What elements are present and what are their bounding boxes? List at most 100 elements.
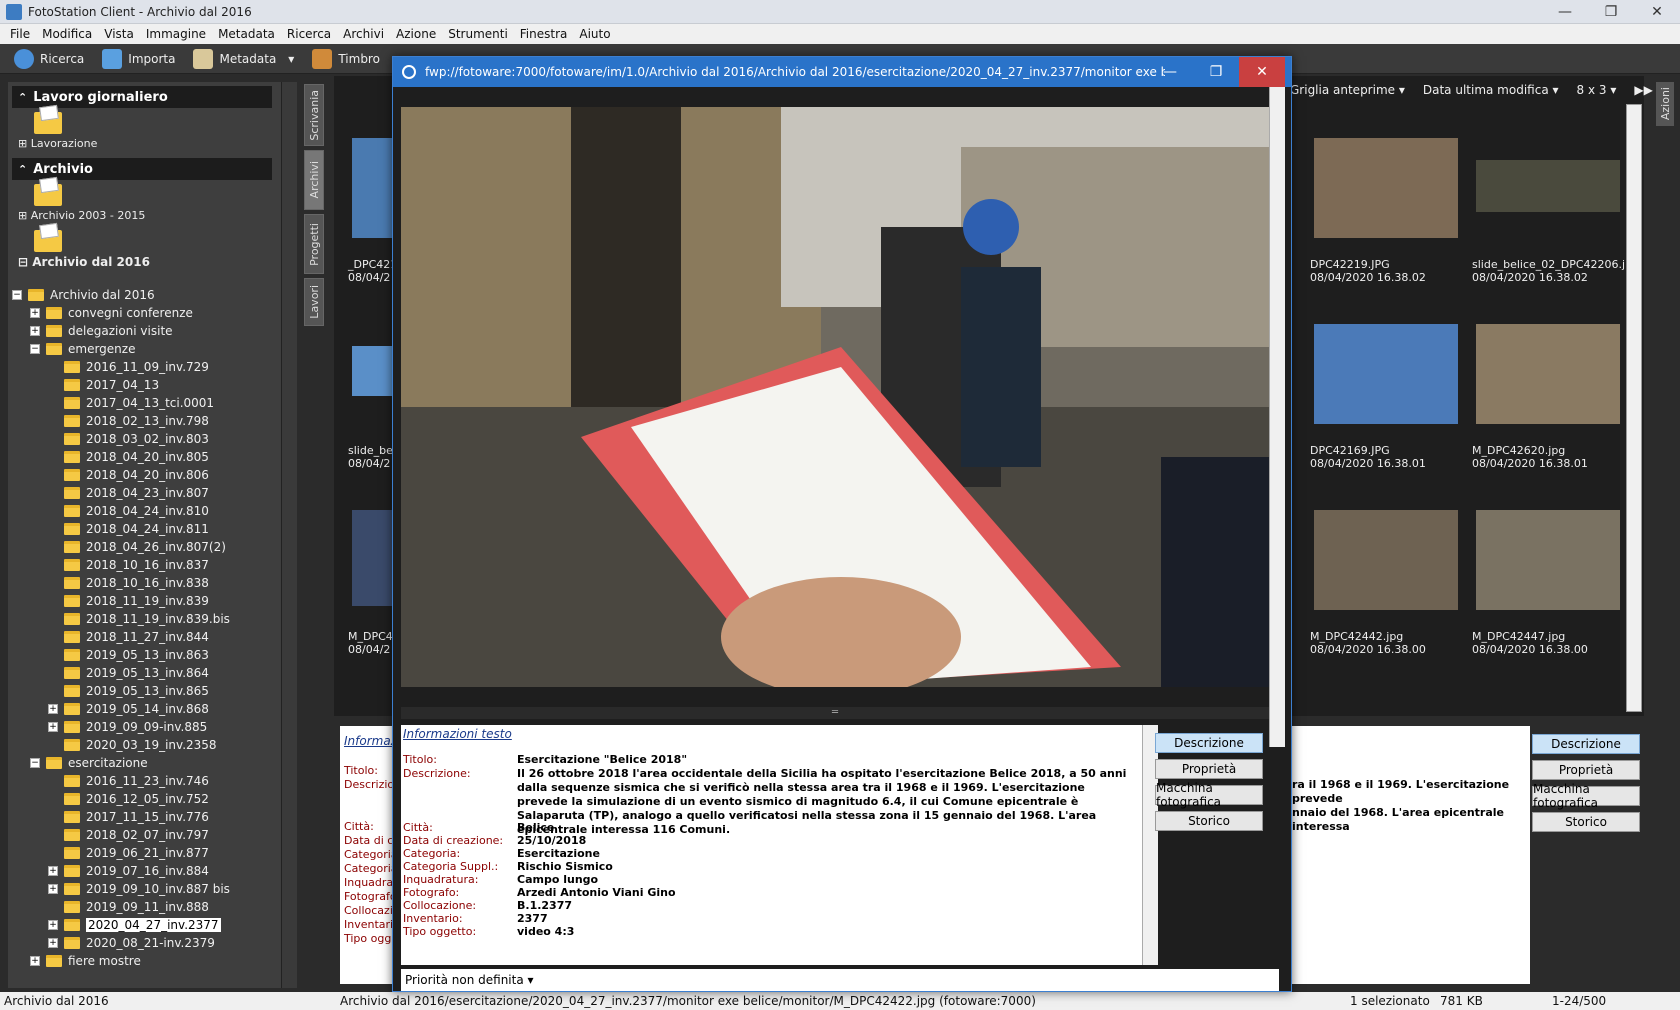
tree-node[interactable]: 2018_11_19_inv.839 [12, 592, 274, 610]
next-page-button[interactable]: ▶▶ [1634, 83, 1652, 97]
menu-aiuto[interactable]: Aiuto [573, 27, 616, 41]
preview-minimize-button[interactable]: — [1147, 57, 1193, 87]
popup-camera-tab[interactable]: Macchina fotografica [1155, 781, 1263, 809]
daily-item[interactable]: ⊞ Lavorazione [18, 137, 272, 150]
menu-vista[interactable]: Vista [98, 27, 140, 41]
tree-node[interactable]: 2020_03_19_inv.2358 [12, 736, 274, 754]
expand-toggle-icon[interactable]: + [48, 920, 58, 930]
expand-toggle-icon[interactable]: + [48, 866, 58, 876]
preview-photo[interactable] [401, 107, 1269, 687]
expand-toggle-icon[interactable]: + [48, 884, 58, 894]
menu-immagine[interactable]: Immagine [140, 27, 212, 41]
menu-finestra[interactable]: Finestra [514, 27, 574, 41]
tree-node[interactable]: + convegni conferenze [12, 304, 274, 322]
tree-node[interactable]: 2019_05_13_inv.863 [12, 646, 274, 664]
tree-node[interactable]: 2018_04_24_inv.811 [12, 520, 274, 538]
info-text-link[interactable]: Informazioni testo [403, 727, 512, 741]
thumbnail[interactable] [1476, 324, 1620, 424]
tab-scrivania[interactable]: Scrivania [304, 84, 324, 146]
tree-node[interactable]: 2019_06_21_inv.877 [12, 844, 274, 862]
popup-history-tab[interactable]: Storico [1155, 811, 1263, 831]
tab-progetti[interactable]: Progetti [304, 214, 324, 274]
thumbnail[interactable] [352, 138, 392, 238]
tree-node[interactable]: 2018_04_20_inv.806 [12, 466, 274, 484]
splitter-handle[interactable]: ═ [401, 707, 1269, 719]
tree-node[interactable]: +2020_04_27_inv.2377 [12, 916, 274, 934]
tree-node[interactable]: 2018_02_13_inv.798 [12, 412, 274, 430]
expand-toggle-icon[interactable]: + [30, 308, 40, 318]
thumbnail[interactable] [352, 510, 392, 606]
expand-toggle-icon[interactable]: + [30, 956, 40, 966]
tree-node[interactable]: 2018_02_07_inv.797 [12, 826, 274, 844]
tree-node[interactable]: 2018_11_19_inv.839.bis [12, 610, 274, 628]
maximize-button[interactable]: ❐ [1588, 0, 1634, 24]
tab-lavori[interactable]: Lavori [304, 278, 324, 326]
tree-node[interactable]: +2019_07_16_inv.884 [12, 862, 274, 880]
tree-node[interactable]: 2018_04_24_inv.810 [12, 502, 274, 520]
properties-tab[interactable]: Proprietà [1532, 760, 1640, 780]
menu-archivi[interactable]: Archivi [337, 27, 390, 41]
expand-toggle-icon[interactable]: − [30, 758, 40, 768]
thumbnail[interactable] [1314, 138, 1458, 238]
expand-toggle-icon[interactable]: + [30, 326, 40, 336]
expand-toggle-icon[interactable]: − [30, 344, 40, 354]
expand-toggle-icon[interactable]: + [48, 938, 58, 948]
tree-node[interactable]: 2019_09_11_inv.888 [12, 898, 274, 916]
expand-toggle-icon[interactable]: + [48, 704, 58, 714]
tree-node[interactable]: 2018_10_16_inv.838 [12, 574, 274, 592]
tree-node[interactable]: + fiere mostre [12, 952, 274, 970]
expand-toggle-icon[interactable]: − [12, 290, 22, 300]
tree-node[interactable]: 2018_04_20_inv.805 [12, 448, 274, 466]
menu-modifica[interactable]: Modifica [36, 27, 98, 41]
thumbnail[interactable] [352, 346, 392, 396]
view-mode-dropdown[interactable]: Griglia anteprime ▾ [1290, 83, 1405, 97]
tree-node[interactable]: 2018_04_23_inv.807 [12, 484, 274, 502]
sort-dropdown[interactable]: Data ultima modifica ▾ [1423, 83, 1559, 97]
info-link[interactable]: Informaz [344, 734, 397, 748]
tree-node[interactable]: 2019_05_13_inv.865 [12, 682, 274, 700]
close-button[interactable]: ✕ [1634, 0, 1680, 24]
import-button[interactable]: Importa [98, 46, 179, 72]
thumbnail[interactable] [1314, 510, 1458, 610]
camera-tab[interactable]: Macchina fotografica [1532, 782, 1640, 810]
search-button[interactable]: Ricerca [10, 46, 88, 72]
minimize-button[interactable]: — [1542, 0, 1588, 24]
tree-node[interactable]: +2020_08_21-inv.2379 [12, 934, 274, 952]
tree-node[interactable]: 2019_05_13_inv.864 [12, 664, 274, 682]
grid-size-dropdown[interactable]: 8 x 3 ▾ [1577, 83, 1617, 97]
tree-node[interactable]: 2017_04_13_tci.0001 [12, 394, 274, 412]
tree-node[interactable]: 2018_11_27_inv.844 [12, 628, 274, 646]
archive-item-2016[interactable]: ⊟ Archivio dal 2016 [18, 255, 272, 269]
tree-node[interactable]: − esercitazione [12, 754, 274, 772]
menu-ricerca[interactable]: Ricerca [281, 27, 337, 41]
tree-node[interactable]: 2018_04_26_inv.807(2) [12, 538, 274, 556]
menu-metadata[interactable]: Metadata [212, 27, 281, 41]
thumbnail-scrollbar[interactable] [1626, 104, 1642, 712]
stamp-button[interactable]: Timbro [308, 46, 384, 72]
preview-maximize-button[interactable]: ❐ [1193, 57, 1239, 87]
tree-node[interactable]: 2017_04_13 [12, 376, 274, 394]
tree-node[interactable]: 2018_03_02_inv.803 [12, 430, 274, 448]
preview-scrollbar[interactable] [1269, 87, 1285, 747]
tree-node[interactable]: +2019_09_09-inv.885 [12, 718, 274, 736]
archive-item-2003[interactable]: ⊞ Archivio 2003 - 2015 [18, 209, 272, 222]
tree-node[interactable]: + delegazioni visite [12, 322, 274, 340]
priority-dropdown[interactable]: Priorità non definita ▾ [405, 973, 534, 987]
description-tab[interactable]: Descrizione [1532, 734, 1640, 754]
menu-strumenti[interactable]: Strumenti [442, 27, 514, 41]
tree-node[interactable]: 2016_12_05_inv.752 [12, 790, 274, 808]
tree-node[interactable]: 2016_11_23_inv.746 [12, 772, 274, 790]
tab-archivi[interactable]: Archivi [304, 150, 324, 210]
tree-node[interactable]: 2018_10_16_inv.837 [12, 556, 274, 574]
tree-node[interactable]: +2019_09_10_inv.887 bis [12, 880, 274, 898]
tree-node[interactable]: +2019_05_14_inv.868 [12, 700, 274, 718]
tree-node[interactable]: − Archivio dal 2016 [12, 286, 274, 304]
popup-properties-tab[interactable]: Proprietà [1155, 759, 1263, 779]
menu-file[interactable]: File [4, 27, 36, 41]
tree-node[interactable]: 2017_11_15_inv.776 [12, 808, 274, 826]
thumbnail[interactable] [1314, 324, 1458, 424]
thumbnail[interactable] [1476, 160, 1620, 212]
tree-node[interactable]: − emergenze [12, 340, 274, 358]
thumbnail[interactable] [1476, 510, 1620, 610]
expand-toggle-icon[interactable]: + [48, 722, 58, 732]
